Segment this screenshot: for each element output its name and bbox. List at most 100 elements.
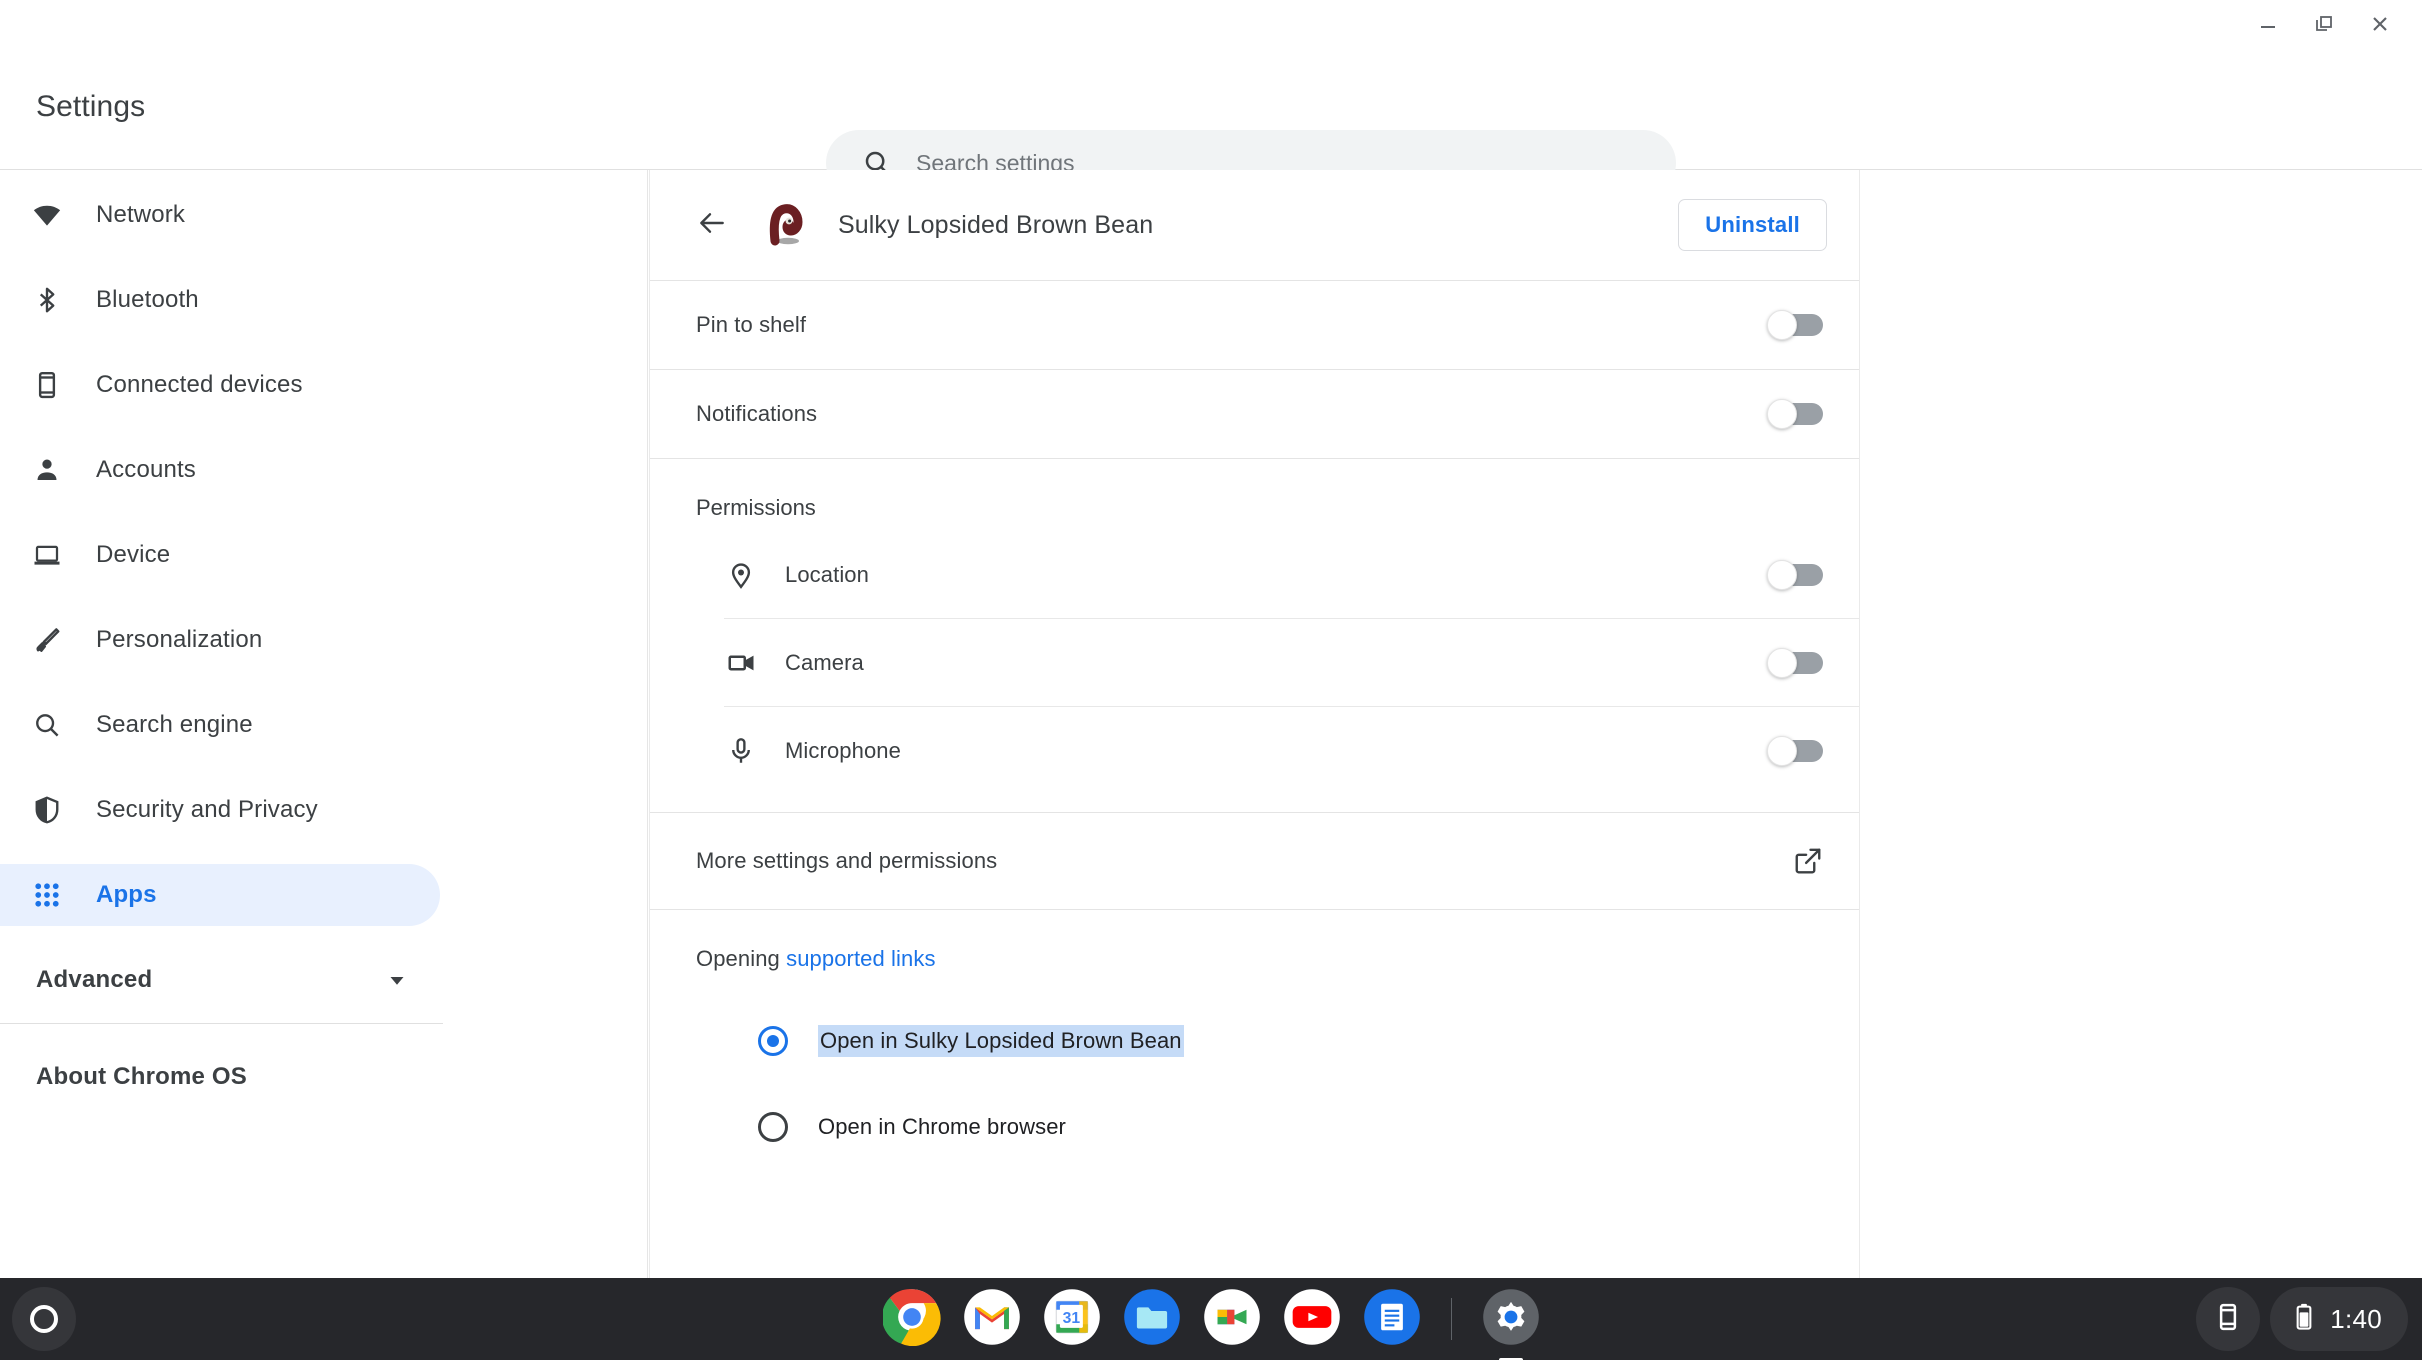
sidebar-item-about-chrome-os[interactable]: About Chrome OS <box>0 1046 440 1108</box>
sidebar-item-label: Search engine <box>96 711 253 738</box>
status-tray-button[interactable]: 1:40 <box>2270 1287 2408 1351</box>
phone-hub-button[interactable] <box>2196 1287 2261 1351</box>
sidebar-item-personalization[interactable]: Personalization <box>0 609 440 671</box>
shelf-item-files[interactable] <box>1123 1288 1181 1348</box>
shelf-app-list: 31 <box>0 1278 2422 1360</box>
back-arrow-icon <box>696 207 728 244</box>
sidebar-item-label: Network <box>96 201 186 228</box>
settings-gear-icon <box>1482 1288 1540 1351</box>
shelf-item-meet[interactable] <box>1203 1288 1261 1351</box>
brush-icon <box>30 625 64 655</box>
pin-to-shelf-label: Pin to shelf <box>696 312 807 337</box>
phone-hub-icon <box>2213 1302 2243 1337</box>
sidebar-item-label: Accounts <box>96 456 196 483</box>
window-title-bar <box>0 0 2422 48</box>
sidebar-item-security-and-privacy[interactable]: Security and Privacy <box>0 779 440 841</box>
camera-icon <box>724 648 758 678</box>
supported-links-title-prefix: Opening <box>696 946 787 971</box>
supported-links-section: Opening supported links Open in Sulky Lo… <box>650 910 1859 1170</box>
permission-row-camera[interactable]: Camera <box>724 619 1859 706</box>
shelf-item-chrome[interactable] <box>881 1288 941 1351</box>
toggle-knob <box>1767 559 1797 590</box>
more-settings-label: More settings and permissions <box>696 848 998 873</box>
shelf-item-calendar[interactable]: 31 <box>1043 1288 1101 1351</box>
shelf-item-youtube[interactable] <box>1283 1288 1341 1351</box>
permission-row-microphone[interactable]: Microphone <box>724 707 1859 794</box>
shelf-item-settings[interactable] <box>1482 1288 1540 1351</box>
pin-to-shelf-toggle[interactable] <box>1767 310 1823 340</box>
sidebar-divider <box>0 1023 443 1024</box>
calendar-icon: 31 <box>1043 1288 1101 1351</box>
battery-icon <box>2292 1302 2316 1337</box>
chevron-down-icon <box>384 967 410 993</box>
sidebar-item-label: Apps <box>96 881 157 908</box>
restore-button[interactable] <box>2296 2 2352 46</box>
sidebar-item-apps[interactable]: Apps <box>0 864 440 926</box>
location-pin-icon <box>724 560 758 590</box>
gmail-icon <box>963 1288 1021 1351</box>
svg-text:31: 31 <box>1062 1310 1080 1327</box>
bluetooth-icon <box>30 285 64 315</box>
pin-to-shelf-row[interactable]: Pin to shelf <box>650 281 1859 369</box>
microphone-toggle[interactable] <box>1767 735 1823 766</box>
sidebar-item-network[interactable]: Network <box>0 184 440 246</box>
sidebar-advanced-label: Advanced <box>36 966 153 993</box>
uninstall-button[interactable]: Uninstall <box>1678 199 1827 251</box>
chrome-icon <box>881 1288 941 1351</box>
sidebar-item-label: Personalization <box>96 626 263 653</box>
app-title: Sulky Lopsided Brown Bean <box>838 210 1154 239</box>
radio-button-selected[interactable] <box>758 1026 788 1056</box>
sidebar-item-bluetooth[interactable]: Bluetooth <box>0 269 440 331</box>
external-link-icon <box>1793 846 1823 876</box>
shelf: 31 1:40 <box>0 1278 2422 1360</box>
minimize-icon <box>2257 13 2279 35</box>
supported-links-radio-group: Open in Sulky Lopsided Brown Bean Open i… <box>696 972 1823 1170</box>
docs-icon <box>1363 1288 1421 1351</box>
close-button[interactable] <box>2352 2 2408 46</box>
supported-links-title: Opening supported links <box>696 946 1823 972</box>
toggle-knob <box>1767 310 1797 340</box>
sidebar-item-connected-devices[interactable]: Connected devices <box>0 354 440 416</box>
radio-row-open-in-chrome[interactable]: Open in Chrome browser <box>758 1084 1823 1170</box>
phone-icon <box>30 370 64 400</box>
notifications-toggle[interactable] <box>1767 399 1823 429</box>
sidebar-item-accounts[interactable]: Accounts <box>0 439 440 501</box>
permission-row-location[interactable]: Location <box>724 531 1859 618</box>
sidebar-item-label: Device <box>96 541 171 568</box>
camera-toggle[interactable] <box>1767 647 1823 678</box>
apps-grid-icon <box>30 880 64 910</box>
meet-icon <box>1203 1288 1261 1351</box>
main-panel: Sulky Lopsided Brown Bean Uninstall Pin … <box>649 170 2422 1310</box>
more-settings-and-permissions-row[interactable]: More settings and permissions <box>650 813 1859 909</box>
shield-icon <box>30 795 64 825</box>
youtube-icon <box>1283 1288 1341 1351</box>
back-button[interactable] <box>686 199 738 251</box>
wifi-icon <box>30 200 64 230</box>
sidebar: Network Bluetooth Connected devices Acco… <box>0 170 648 1278</box>
radio-button-unselected[interactable] <box>758 1112 788 1142</box>
sidebar-item-label: Connected devices <box>96 371 303 398</box>
notifications-row[interactable]: Notifications <box>650 370 1859 458</box>
notifications-label: Notifications <box>696 401 818 426</box>
minimize-button[interactable] <box>2240 2 2296 46</box>
location-toggle[interactable] <box>1767 559 1823 590</box>
sidebar-advanced-toggle[interactable]: Advanced <box>0 949 440 1011</box>
sidebar-item-label: Security and Privacy <box>96 796 318 823</box>
toggle-knob <box>1767 647 1797 678</box>
sidebar-item-label: Bluetooth <box>96 286 199 313</box>
shelf-item-gmail[interactable] <box>963 1288 1021 1351</box>
shelf-item-docs[interactable] <box>1363 1288 1421 1351</box>
radio-row-open-in-app[interactable]: Open in Sulky Lopsided Brown Bean <box>758 998 1823 1084</box>
sidebar-item-device[interactable]: Device <box>0 524 440 586</box>
person-icon <box>30 455 64 485</box>
app-detail-header: Sulky Lopsided Brown Bean Uninstall <box>650 170 1859 280</box>
supported-links-link[interactable]: supported links <box>786 946 935 971</box>
toggle-knob <box>1767 735 1797 766</box>
sidebar-item-search-engine[interactable]: Search engine <box>0 694 440 756</box>
permission-label: Microphone <box>785 737 901 763</box>
close-icon <box>2369 13 2391 35</box>
toggle-knob <box>1767 399 1797 429</box>
radio-label: Open in Sulky Lopsided Brown Bean <box>818 1025 1184 1057</box>
restore-icon <box>2313 13 2335 35</box>
status-area: 1:40 <box>2196 1287 2408 1351</box>
